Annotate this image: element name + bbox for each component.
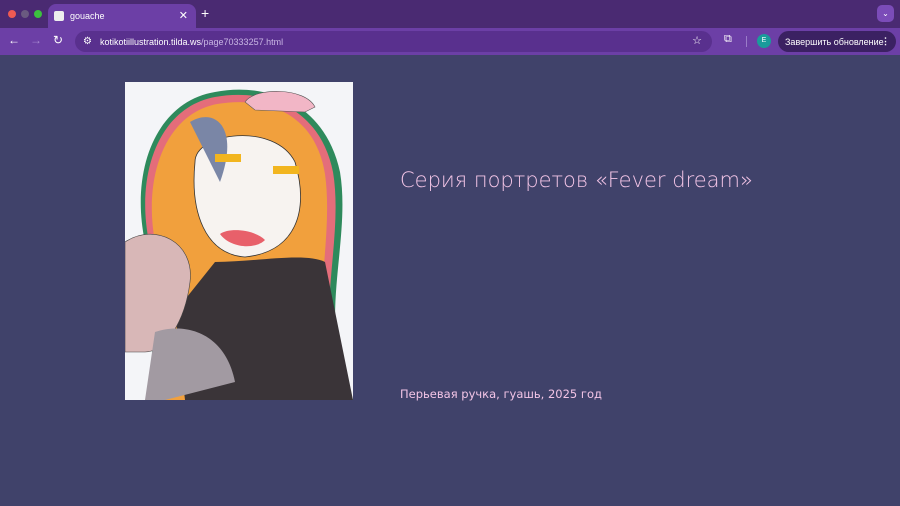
toolbar: ← → ↻ ⚙ kotikotiillustration.tilda.ws/pa… — [0, 28, 900, 55]
url-host: kotikotiillustration.tilda.ws — [99, 36, 202, 47]
maximize-window-button[interactable] — [34, 10, 42, 18]
update-label: Завершить обновление — [785, 36, 884, 47]
tab-strip: gouache ✕ + ⌄ — [0, 0, 900, 28]
extensions-icon[interactable]: ⧉ — [724, 33, 732, 46]
tab-search-button[interactable]: ⌄ — [877, 5, 894, 22]
tab-gouache[interactable]: gouache ✕ — [48, 4, 196, 28]
divider — [746, 36, 747, 47]
url-path: /page70333257.html — [201, 36, 284, 47]
bookmark-star-icon[interactable]: ☆ — [692, 34, 702, 47]
artwork-caption: Перьевая ручка, гуашь, 2025 год — [400, 387, 602, 401]
close-window-button[interactable] — [8, 10, 16, 18]
back-icon[interactable]: ← — [8, 33, 20, 47]
portrait-illustration — [125, 89, 353, 400]
profile-avatar[interactable]: E — [757, 34, 771, 48]
minimize-window-button[interactable] — [21, 10, 29, 18]
favicon-icon — [54, 11, 64, 21]
reload-icon[interactable]: ↻ — [53, 33, 63, 47]
new-tab-button[interactable]: + — [201, 5, 209, 21]
close-tab-icon[interactable]: ✕ — [179, 9, 188, 22]
page-title: Серия портретов «Fever dream» — [400, 168, 753, 192]
address-bar[interactable]: ⚙ kotikotiillustration.tilda.ws/page7033… — [75, 31, 712, 52]
more-menu-icon[interactable]: ⋮ — [881, 36, 890, 47]
update-button[interactable]: Завершить обновление ⋮ — [778, 31, 896, 52]
site-info-icon[interactable]: ⚙ — [83, 36, 92, 47]
artwork-image — [125, 82, 353, 400]
tab-title: gouache — [70, 11, 105, 21]
forward-icon[interactable]: → — [30, 33, 42, 47]
